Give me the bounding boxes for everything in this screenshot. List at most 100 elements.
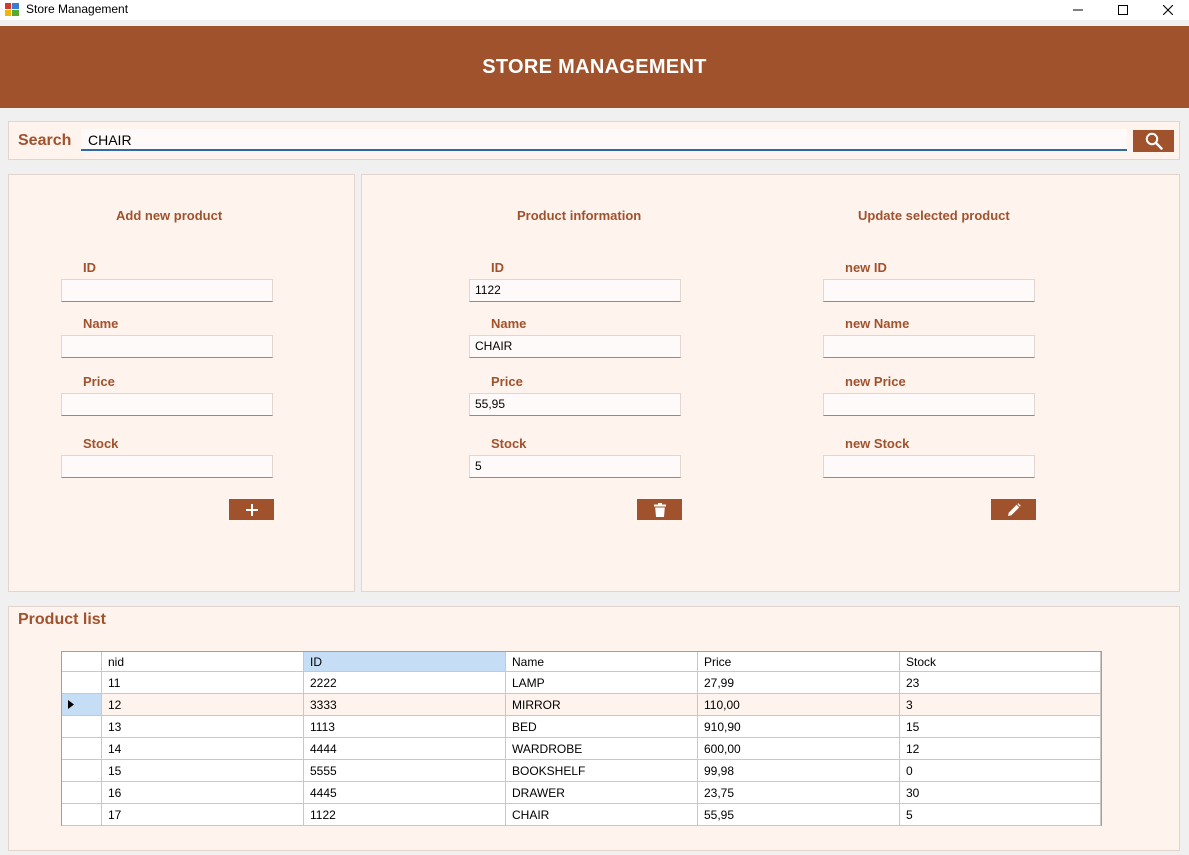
row-header[interactable] (62, 804, 102, 826)
add-name-label: Name (83, 316, 119, 331)
update-product-title: Update selected product (858, 208, 1010, 223)
grid-corner[interactable] (62, 652, 102, 672)
product-grid[interactable]: nid ID Name Price Stock 11 2222 LAMP 27,99 23 12 33… (61, 651, 1102, 826)
search-input[interactable]: CHAIR (81, 129, 1127, 151)
cell-stock[interactable]: 23 (900, 672, 1101, 694)
cell-stock[interactable]: 5 (900, 804, 1101, 826)
cell-stock[interactable]: 30 (900, 782, 1101, 804)
cell-name[interactable]: BOOKSHELF (506, 760, 698, 782)
cell-nid[interactable]: 14 (102, 738, 304, 760)
product-list-title: Product list (18, 611, 107, 628)
cell-nid[interactable]: 16 (102, 782, 304, 804)
column-header-stock[interactable]: Stock (900, 652, 1101, 672)
column-header-id[interactable]: ID (304, 652, 506, 672)
plus-icon (245, 503, 258, 516)
cell-id[interactable]: 1113 (304, 716, 506, 738)
cell-id[interactable]: 2222 (304, 672, 506, 694)
cell-id[interactable]: 3333 (304, 694, 506, 716)
column-header-price[interactable]: Price (698, 652, 900, 672)
minimize-button[interactable] (1055, 0, 1101, 20)
cell-nid[interactable]: 11 (102, 672, 304, 694)
cell-nid[interactable]: 13 (102, 716, 304, 738)
minimize-icon (1073, 9, 1083, 11)
app-header: STORE MANAGEMENT (0, 26, 1189, 108)
update-name-field[interactable] (823, 335, 1035, 358)
info-name-field[interactable]: CHAIR (469, 335, 681, 358)
update-product-button[interactable] (991, 499, 1036, 520)
table-row[interactable]: 16 4445 DRAWER 23,75 30 (62, 782, 1101, 804)
delete-product-button[interactable] (637, 499, 682, 520)
window-title: Store Management (26, 2, 129, 16)
close-button[interactable] (1145, 0, 1189, 20)
cell-price[interactable]: 23,75 (698, 782, 900, 804)
cell-nid[interactable]: 12 (102, 694, 304, 716)
search-icon (1145, 132, 1163, 150)
cell-price[interactable]: 27,99 (698, 672, 900, 694)
table-row[interactable]: 12 3333 MIRROR 110,00 3 (62, 694, 1101, 716)
row-header[interactable] (62, 738, 102, 760)
update-stock-label: new Stock (845, 436, 910, 451)
update-price-field[interactable] (823, 393, 1035, 416)
cell-price[interactable]: 600,00 (698, 738, 900, 760)
table-row[interactable]: 17 1122 CHAIR 55,95 5 (62, 804, 1101, 826)
row-header[interactable] (62, 694, 102, 716)
cell-name[interactable]: CHAIR (506, 804, 698, 826)
grid-header-row: nid ID Name Price Stock (62, 652, 1101, 674)
add-price-field[interactable] (61, 393, 273, 416)
cell-name[interactable]: MIRROR (506, 694, 698, 716)
cell-id[interactable]: 4445 (304, 782, 506, 804)
cell-stock[interactable]: 0 (900, 760, 1101, 782)
cell-nid[interactable]: 17 (102, 804, 304, 826)
update-id-field[interactable] (823, 279, 1035, 302)
update-id-label: new ID (845, 260, 887, 275)
add-name-field[interactable] (61, 335, 273, 358)
table-row[interactable]: 15 5555 BOOKSHELF 99,98 0 (62, 760, 1101, 782)
cell-stock[interactable]: 3 (900, 694, 1101, 716)
info-name-label: Name (491, 316, 527, 331)
cell-name[interactable]: BED (506, 716, 698, 738)
info-stock-field[interactable]: 5 (469, 455, 681, 478)
cell-stock[interactable]: 12 (900, 738, 1101, 760)
current-row-arrow-icon (68, 700, 74, 709)
row-header[interactable] (62, 760, 102, 782)
cell-price[interactable]: 110,00 (698, 694, 900, 716)
add-stock-field[interactable] (61, 455, 273, 478)
row-header[interactable] (62, 782, 102, 804)
cell-id[interactable]: 5555 (304, 760, 506, 782)
search-button[interactable] (1133, 130, 1174, 152)
product-info-title: Product information (517, 208, 642, 223)
product-details-panel (361, 174, 1180, 592)
column-header-name[interactable]: Name (506, 652, 698, 672)
info-price-label: Price (491, 374, 523, 389)
row-header[interactable] (62, 672, 102, 694)
cell-price[interactable]: 99,98 (698, 760, 900, 782)
add-stock-label: Stock (83, 436, 119, 451)
cell-id[interactable]: 1122 (304, 804, 506, 826)
cell-name[interactable]: LAMP (506, 672, 698, 694)
add-product-button[interactable] (229, 499, 274, 520)
info-stock-label: Stock (491, 436, 527, 451)
column-header-nid[interactable]: nid (102, 652, 304, 672)
trash-icon (653, 502, 666, 517)
info-id-field[interactable]: 1122 (469, 279, 681, 302)
table-row[interactable]: 13 1113 BED 910,90 15 (62, 716, 1101, 738)
update-stock-field[interactable] (823, 455, 1035, 478)
cell-nid[interactable]: 15 (102, 760, 304, 782)
cell-id[interactable]: 4444 (304, 738, 506, 760)
row-header[interactable] (62, 716, 102, 738)
cell-price[interactable]: 55,95 (698, 804, 900, 826)
cell-price[interactable]: 910,90 (698, 716, 900, 738)
window-titlebar: Store Management (0, 0, 1189, 20)
search-label: Search (18, 132, 72, 149)
info-price-field[interactable]: 55,95 (469, 393, 681, 416)
add-id-field[interactable] (61, 279, 273, 302)
info-id-label: ID (491, 260, 504, 275)
add-id-label: ID (83, 260, 96, 275)
cell-name[interactable]: WARDROBE (506, 738, 698, 760)
update-price-label: new Price (845, 374, 906, 389)
cell-stock[interactable]: 15 (900, 716, 1101, 738)
table-row[interactable]: 11 2222 LAMP 27,99 23 (62, 672, 1101, 694)
table-row[interactable]: 14 4444 WARDROBE 600,00 12 (62, 738, 1101, 760)
cell-name[interactable]: DRAWER (506, 782, 698, 804)
maximize-button[interactable] (1100, 0, 1146, 20)
